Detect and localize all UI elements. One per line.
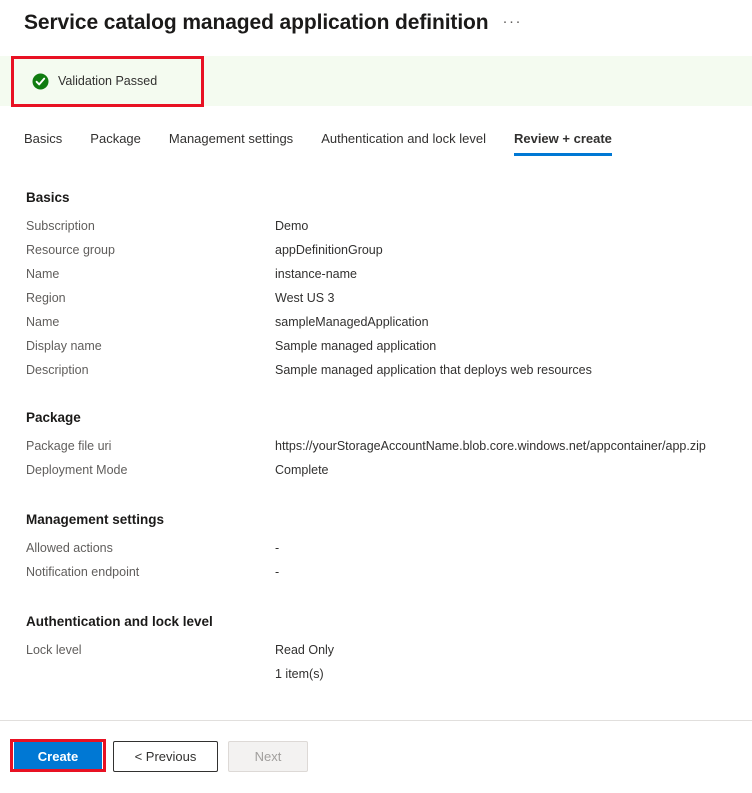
label-lock-level: Lock level xyxy=(26,643,275,657)
section-title-authentication-and-lock-level: Authentication and lock level xyxy=(26,614,752,629)
value-package-file-uri: https://yourStorageAccountName.blob.core… xyxy=(275,439,706,453)
row-subscription: Subscription Demo xyxy=(0,214,752,238)
title-bar: Service catalog managed application defi… xyxy=(0,0,752,46)
validation-banner-content: Validation Passed xyxy=(32,73,157,90)
page-title: Service catalog managed application defi… xyxy=(24,11,489,35)
tab-basics[interactable]: Basics xyxy=(24,131,62,156)
row-description: Description Sample managed application t… xyxy=(0,358,752,382)
section-package: Package Package file uri https://yourSto… xyxy=(0,410,752,482)
more-options-icon[interactable]: ··· xyxy=(503,14,523,29)
value-name-app: sampleManagedApplication xyxy=(275,315,429,329)
validation-status-text: Validation Passed xyxy=(58,74,157,88)
wizard-tabs: Basics Package Management settings Authe… xyxy=(0,131,752,165)
row-display-name: Display name Sample managed application xyxy=(0,334,752,358)
value-item-count: 1 item(s) xyxy=(275,667,324,681)
value-region: West US 3 xyxy=(275,291,335,305)
section-authentication-and-lock-level: Authentication and lock level Lock level… xyxy=(0,614,752,686)
section-basics: Basics Subscription Demo Resource group … xyxy=(0,190,752,382)
label-display-name: Display name xyxy=(26,339,275,353)
row-name-instance: Name instance-name xyxy=(0,262,752,286)
validation-banner: Validation Passed xyxy=(0,56,752,106)
footer-actions: Create < Previous Next xyxy=(0,740,752,772)
section-title-package: Package xyxy=(26,410,752,425)
check-circle-icon xyxy=(32,73,49,90)
label-name-instance: Name xyxy=(26,267,275,281)
label-notification-endpoint: Notification endpoint xyxy=(26,565,275,579)
next-button: Next xyxy=(228,741,308,772)
value-resource-group: appDefinitionGroup xyxy=(275,243,383,257)
row-name-app: Name sampleManagedApplication xyxy=(0,310,752,334)
row-allowed-actions: Allowed actions - xyxy=(0,536,752,560)
row-lock-level-item-count: 1 item(s) xyxy=(0,662,752,686)
value-allowed-actions: - xyxy=(275,541,279,555)
section-management-settings: Management settings Allowed actions - No… xyxy=(0,512,752,584)
label-subscription: Subscription xyxy=(26,219,275,233)
value-lock-level: Read Only xyxy=(275,643,334,657)
value-deployment-mode: Complete xyxy=(275,463,329,477)
footer-divider xyxy=(0,720,752,721)
value-display-name: Sample managed application xyxy=(275,339,436,353)
tab-package[interactable]: Package xyxy=(90,131,141,156)
value-subscription: Demo xyxy=(275,219,308,233)
value-description: Sample managed application that deploys … xyxy=(275,363,592,377)
label-resource-group: Resource group xyxy=(26,243,275,257)
row-resource-group: Resource group appDefinitionGroup xyxy=(0,238,752,262)
tab-review-create[interactable]: Review + create xyxy=(514,131,612,156)
value-notification-endpoint: - xyxy=(275,565,279,579)
row-lock-level: Lock level Read Only xyxy=(0,638,752,662)
tab-authentication-and-lock-level[interactable]: Authentication and lock level xyxy=(321,131,486,156)
row-region: Region West US 3 xyxy=(0,286,752,310)
section-title-management-settings: Management settings xyxy=(26,512,752,527)
label-allowed-actions: Allowed actions xyxy=(26,541,275,555)
row-deployment-mode: Deployment Mode Complete xyxy=(0,458,752,482)
row-package-file-uri: Package file uri https://yourStorageAcco… xyxy=(0,434,752,458)
label-description: Description xyxy=(26,363,275,377)
previous-button[interactable]: < Previous xyxy=(113,741,218,772)
label-region: Region xyxy=(26,291,275,305)
label-name-app: Name xyxy=(26,315,275,329)
tab-management-settings[interactable]: Management settings xyxy=(169,131,293,156)
review-content: Basics Subscription Demo Resource group … xyxy=(0,190,752,704)
section-title-basics: Basics xyxy=(26,190,752,205)
label-package-file-uri: Package file uri xyxy=(26,439,275,453)
row-notification-endpoint: Notification endpoint - xyxy=(0,560,752,584)
value-name-instance: instance-name xyxy=(275,267,357,281)
label-deployment-mode: Deployment Mode xyxy=(26,463,275,477)
create-button[interactable]: Create xyxy=(14,741,102,772)
